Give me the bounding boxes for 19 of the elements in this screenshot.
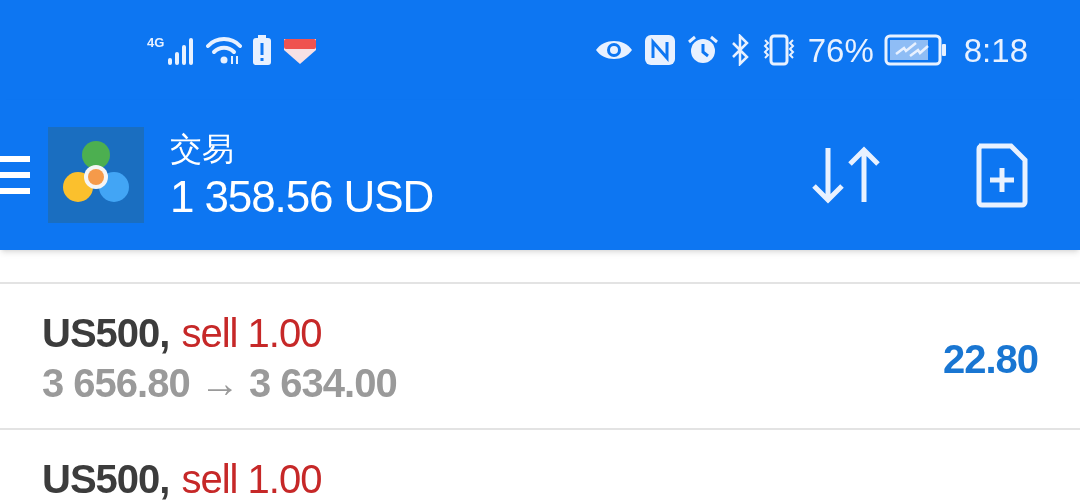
battery-alert-icon xyxy=(252,34,273,66)
profit: 22.80 xyxy=(942,336,1038,383)
order-side: sell 1.00 xyxy=(181,456,322,502)
app-logo-icon xyxy=(48,127,144,223)
network-type: 4G xyxy=(147,36,165,49)
battery-percent: 76% xyxy=(807,33,874,67)
price-range: 3 656.80 → 3 634.00 xyxy=(42,360,397,407)
alarm-icon xyxy=(685,34,720,66)
nfc-icon xyxy=(643,34,676,66)
bluetooth-icon xyxy=(729,34,750,66)
new-document-icon[interactable] xyxy=(974,142,1030,208)
symbol: US500, xyxy=(42,310,170,357)
battery-charging-icon xyxy=(883,34,948,66)
screen-title: 交易 xyxy=(170,130,235,169)
wifi-icon xyxy=(206,34,243,66)
clock-time: 8:18 xyxy=(963,33,1028,67)
order-side: sell 1.00 xyxy=(181,310,322,357)
symbol: US500, xyxy=(42,456,170,502)
account-balance: 1 358.56 USD xyxy=(170,171,434,223)
